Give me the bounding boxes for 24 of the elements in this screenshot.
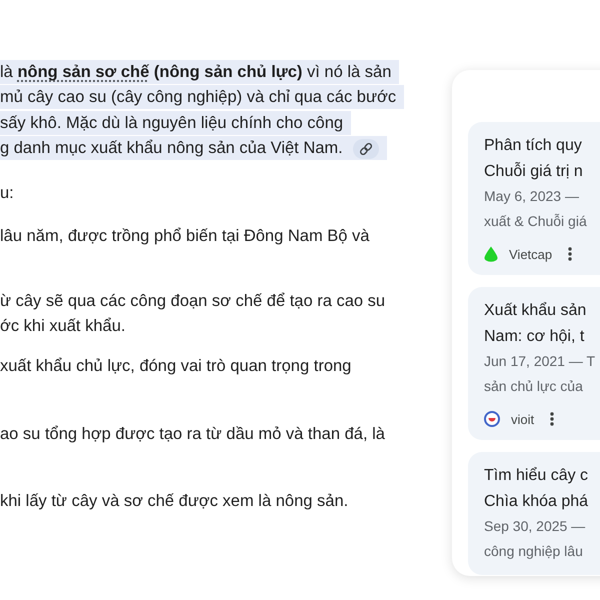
- source-snippet: Sep 30, 2025 — công nghiệp lâu: [484, 517, 586, 561]
- more-icon[interactable]: [550, 412, 554, 426]
- link-icon[interactable]: [352, 138, 379, 159]
- source-snippet: May 6, 2023 — xuất & Chuỗi giá: [484, 187, 587, 231]
- source-title[interactable]: Xuất khẩu sản Nam: cơ hội, t: [484, 298, 586, 350]
- list-item-text: ao su tổng hợp được tạo ra từ dầu mỏ và than đá, là: [0, 424, 386, 445]
- drop-logo-icon: [484, 246, 498, 262]
- source-title[interactable]: Phân tích quy Chuỗi giá trị n: [484, 133, 583, 185]
- list-item-text: ừ cây sẽ qua các công đoạn sơ chế để tạo ra cao su ớc khi xuất khẩu.: [0, 290, 386, 338]
- source-name: Vietcap: [509, 246, 552, 262]
- source-card[interactable]: Tìm hiểu cây c Chìa khóa phá Sep 30, 2025 — công nghiệp lâu: [468, 452, 600, 575]
- term-link[interactable]: nông sản sơ chế: [17, 63, 150, 81]
- source-name: vioit: [511, 412, 534, 426]
- ring-logo-icon: [484, 411, 500, 427]
- source-card[interactable]: Xuất khẩu sản Nam: cơ hội, t Jun 17, 2021 — T sản chủ lực của vioit: [468, 287, 600, 440]
- list-item-text: lâu năm, được trồng phổ biến tại Đông Nam Bộ và: [0, 226, 370, 248]
- source-title[interactable]: Tìm hiểu cây c Chìa khóa phá: [484, 463, 588, 515]
- list-item-text: khi lấy từ cây và sơ chế được xem là nông sản.: [0, 490, 350, 512]
- more-icon[interactable]: [568, 247, 572, 261]
- highlighted-paragraph: là nông sản sơ chế (nông sản chủ lực) vì nó là sản mủ cây cao su (cây công nghiệp) và chỉ qua các bước sấy khô. Mặc dù là nguyên liệu chính cho công g danh mục xuất khẩu nông sản của Việt Nam.: [0, 60, 452, 162]
- list-item-text: xuất khẩu chủ lực, đóng vai trò quan trọng trong: [0, 356, 352, 378]
- intro-text: u:: [0, 183, 15, 204]
- source-card[interactable]: Phân tích quy Chuỗi giá trị n May 6, 2023 — xuất & Chuỗi giá Vietcap: [468, 122, 600, 275]
- source-snippet: Jun 17, 2021 — T sản chủ lực của: [484, 352, 596, 396]
